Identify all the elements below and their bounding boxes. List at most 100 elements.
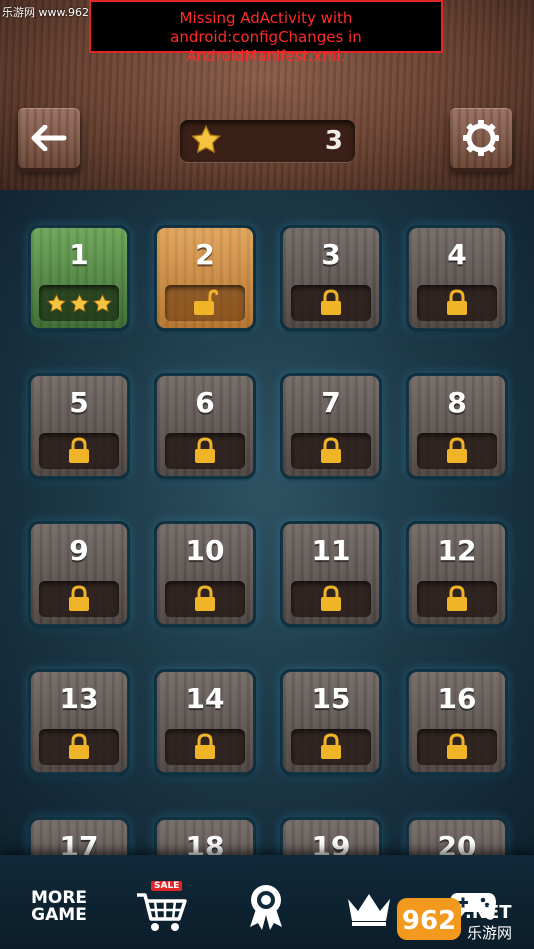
level-status [291, 285, 371, 321]
level-number: 17 [59, 830, 99, 855]
padlock-icon [321, 733, 341, 759]
level-status [165, 433, 245, 469]
site-logo-watermark: 962 .NET 乐游网 [395, 895, 530, 945]
level-status [417, 581, 497, 617]
level-tile-1[interactable]: 1 [31, 228, 127, 328]
level-tile-17: 17 [31, 820, 127, 855]
level-number: 16 [437, 682, 477, 715]
level-number: 11 [311, 534, 351, 567]
level-tile-20: 20 [409, 820, 505, 855]
ad-error-line2: AndroidManifest.xml. [186, 47, 346, 65]
level-status [291, 729, 371, 765]
level-status [417, 285, 497, 321]
padlock-icon [69, 585, 89, 611]
level-status [39, 433, 119, 469]
level-status [39, 729, 119, 765]
sale-badge: SALE [151, 881, 183, 891]
gear-icon [463, 120, 499, 156]
watermark-subtitle: 乐游网 [467, 924, 512, 942]
level-number: 15 [311, 682, 351, 715]
level-tile-10: 10 [157, 524, 253, 624]
padlock-icon [447, 437, 467, 463]
crown-icon [348, 894, 390, 926]
padlock-icon [69, 733, 89, 759]
padlock-icon [195, 733, 215, 759]
level-status [165, 729, 245, 765]
padlock-icon [447, 733, 467, 759]
bottom-bar: MORE GAME SALE 962 .NET 乐游网 [0, 855, 534, 949]
level-star-icon [92, 293, 112, 312]
level-number: 18 [185, 830, 225, 855]
padlock-icon [321, 585, 341, 611]
level-number: 13 [59, 682, 99, 715]
padlock-icon [321, 437, 341, 463]
level-tile-12: 12 [409, 524, 505, 624]
level-tile-2[interactable]: 2 [157, 228, 253, 328]
level-tile-14: 14 [157, 672, 253, 772]
level-tile-13: 13 [31, 672, 127, 772]
level-tile-11: 11 [283, 524, 379, 624]
level-number: 1 [69, 238, 89, 271]
ad-error-line1: Missing AdActivity with android:configCh… [170, 9, 362, 46]
level-tile-18: 18 [157, 820, 253, 855]
level-number: 4 [447, 238, 467, 271]
level-number: 10 [185, 534, 225, 567]
ad-error-banner: Missing AdActivity with android:configCh… [89, 0, 443, 65]
level-number: 8 [447, 386, 467, 419]
arrow-left-icon [31, 125, 67, 151]
level-star-icon [46, 293, 66, 312]
more-game-label-line2: GAME [31, 905, 87, 925]
level-status [165, 581, 245, 617]
level-status [165, 285, 245, 321]
more-game-button[interactable]: MORE GAME [30, 890, 88, 924]
level-number: 2 [195, 238, 215, 271]
level-number: 14 [185, 682, 225, 715]
level-status [39, 581, 119, 617]
padlock-icon [321, 289, 341, 315]
watermark-logo-graphic: 962 .NET 乐游网 [397, 898, 512, 942]
level-tile-8: 8 [409, 376, 505, 476]
unlocked-padlock-icon [194, 289, 218, 315]
padlock-icon [69, 437, 89, 463]
level-tile-7: 7 [283, 376, 379, 476]
shop-button[interactable]: SALE [135, 881, 191, 931]
level-star-icon [69, 293, 89, 312]
padlock-icon [195, 437, 215, 463]
settings-button[interactable] [450, 108, 512, 168]
star-total-display: 3 [180, 120, 355, 162]
top-header: 乐游网 www.962.net Missing AdActivity with … [0, 0, 534, 190]
level-tile-5: 5 [31, 376, 127, 476]
padlock-icon [447, 585, 467, 611]
level-number: 5 [69, 386, 89, 419]
level-tile-16: 16 [409, 672, 505, 772]
award-ribbon-icon [250, 885, 282, 930]
padlock-icon [195, 585, 215, 611]
star-icon [191, 124, 221, 154]
level-tile-3: 3 [283, 228, 379, 328]
level-grid: 1 2 3 4 5 6 7 8 9 10 11 12 13 14 15 16 17 18 19 20 [0, 190, 534, 855]
level-stars [39, 285, 119, 321]
back-button[interactable] [18, 108, 80, 168]
level-status [291, 581, 371, 617]
level-tile-9: 9 [31, 524, 127, 624]
watermark-suffix: .NET [465, 902, 512, 923]
level-number: 12 [437, 534, 477, 567]
level-number: 20 [437, 830, 477, 855]
level-number: 3 [321, 238, 341, 271]
level-status [417, 433, 497, 469]
level-number: 19 [311, 830, 351, 855]
watermark-brand: 962 [402, 906, 456, 936]
leaderboard-button[interactable] [345, 891, 393, 931]
achievements-button[interactable] [246, 883, 286, 931]
level-tile-4: 4 [409, 228, 505, 328]
level-tile-6: 6 [157, 376, 253, 476]
level-tile-15: 15 [283, 672, 379, 772]
level-number: 9 [69, 534, 89, 567]
level-status [291, 433, 371, 469]
star-count: 3 [324, 126, 343, 156]
level-number: 7 [321, 386, 341, 419]
padlock-icon [447, 289, 467, 315]
level-number: 6 [195, 386, 215, 419]
level-tile-19: 19 [283, 820, 379, 855]
cart-icon [137, 893, 187, 931]
